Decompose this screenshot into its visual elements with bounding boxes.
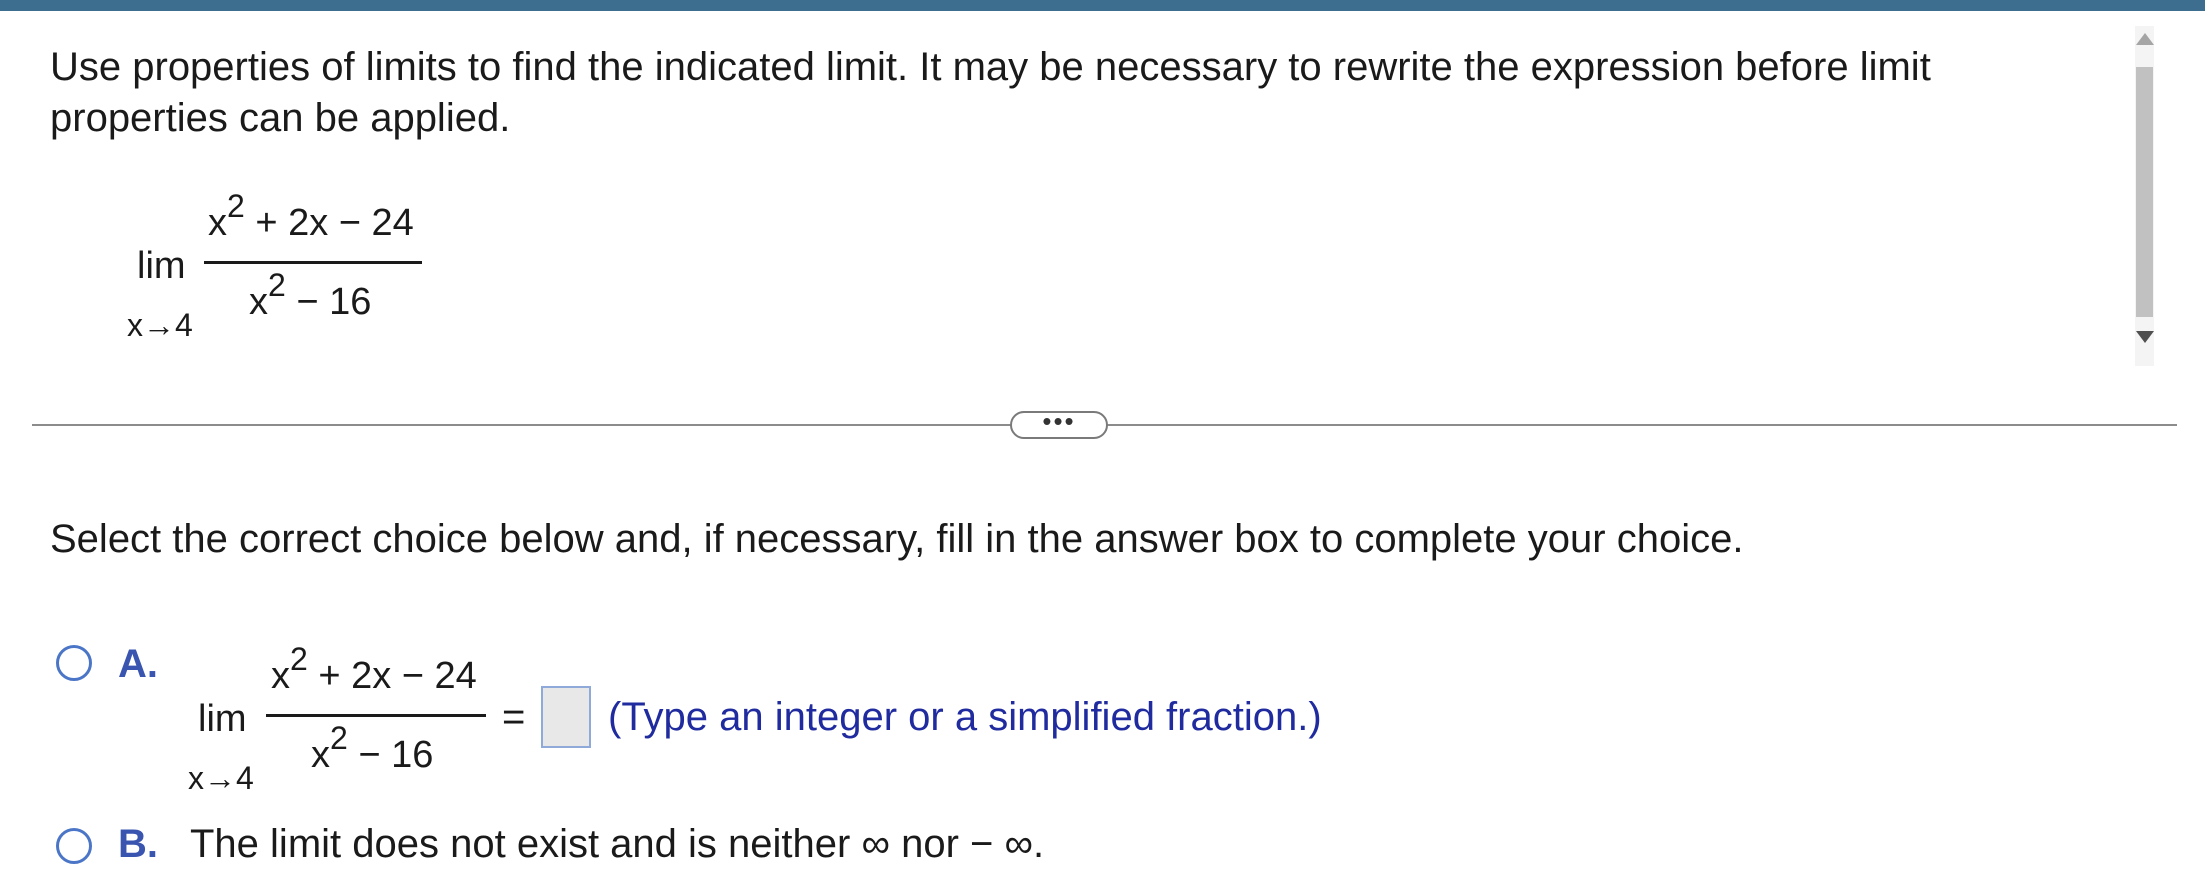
- numerator: x2 + 2x − 24: [208, 188, 414, 244]
- choice-prompt: Select the correct choice below and, if …: [50, 517, 1744, 561]
- choice-a-radio[interactable]: [56, 645, 92, 681]
- choice-a-letter[interactable]: A.: [118, 642, 158, 687]
- choice-b-radio[interactable]: [56, 828, 92, 864]
- fraction-bar: [204, 261, 422, 264]
- equals-sign: =: [502, 695, 526, 739]
- lim-subscript: x→4: [188, 760, 254, 796]
- lim-label: lim: [198, 698, 247, 740]
- denominator: x2 − 16: [249, 267, 372, 323]
- instructions-text: Use properties of limits to find the ind…: [50, 45, 1931, 140]
- choice-b-letter[interactable]: B.: [118, 822, 158, 867]
- answer-input-box[interactable]: [541, 686, 591, 748]
- denominator: x2 − 16: [311, 720, 434, 776]
- numerator: x2 + 2x − 24: [271, 641, 477, 697]
- scroll-up-arrow-icon[interactable]: [2136, 33, 2154, 45]
- lim-subscript: x→4: [127, 307, 193, 343]
- scrollbar-thumb[interactable]: [2136, 67, 2153, 317]
- show-more-button[interactable]: •••: [1010, 408, 1108, 439]
- fraction-bar: [266, 714, 486, 717]
- scroll-down-arrow-icon[interactable]: [2136, 331, 2154, 343]
- top-bar: [0, 0, 2205, 11]
- answer-hint: (Type an integer or a simplified fractio…: [608, 695, 1322, 739]
- choice-b-text[interactable]: The limit does not exist and is neither …: [190, 822, 1044, 867]
- lim-label: lim: [137, 245, 186, 287]
